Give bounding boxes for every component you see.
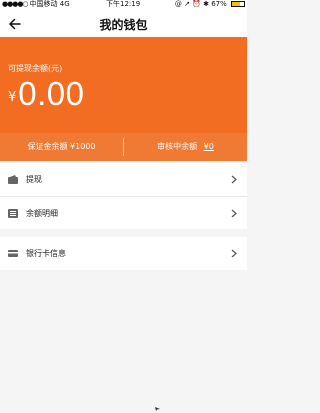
menu-label-withdraw: 提现 (26, 175, 42, 184)
wallet-icon (8, 175, 18, 184)
list-icon (8, 209, 18, 218)
carrier-name: 中国移动 (29, 0, 58, 8)
nav-bar: 我的钱包 (0, 9, 247, 37)
network-type: 4G (59, 0, 70, 8)
chevron-right-icon (231, 175, 237, 184)
signal-dots: ●●●●○ (2, 0, 29, 8)
battery-icon (231, 1, 245, 7)
status-right: @ ↗ ⏰ ✱ 67% (175, 0, 245, 9)
balance-label: 可提现余额(元) (8, 64, 63, 73)
cursor-icon (155, 407, 160, 411)
menu-item-withdraw[interactable]: 提现 (0, 163, 247, 196)
currency-symbol: ¥ (8, 90, 17, 105)
battery-percent: 67% (211, 0, 227, 8)
pending-label: 审核中余额 (157, 142, 198, 151)
balance-amount: ¥0.00 (8, 75, 85, 113)
deposit-value: ¥1000 (70, 142, 96, 151)
chevron-right-icon (231, 249, 237, 258)
status-bar: ●●●●○ 中国移动 4G 下午12:19 @ ↗ ⏰ ✱ 67% (0, 0, 247, 9)
status-left: ●●●●○ 中国移动 4G (2, 0, 70, 9)
page-title: 我的钱包 (99, 18, 148, 32)
menu-label-bank-card: 银行卡信息 (26, 249, 66, 258)
menu-item-balance-details[interactable]: 余额明细 (0, 196, 247, 229)
pending-value[interactable]: ¥0 (204, 142, 214, 151)
menu-label-balance-details: 余额明细 (26, 208, 58, 218)
card-icon (8, 250, 18, 257)
balance-value: 0.00 (18, 75, 85, 112)
deposit-label: 保证金余额 (27, 142, 68, 151)
menu-item-bank-card[interactable]: 银行卡信息 (0, 237, 247, 270)
deposit-balance: 保证金余额 ¥1000 (0, 133, 123, 161)
pending-balance[interactable]: 审核中余额 ¥0 (124, 133, 247, 161)
menu-group-wallet: 提现 余额明细 (0, 163, 247, 229)
deposit-row: 保证金余额 ¥1000 审核中余额 ¥0 (0, 133, 247, 161)
status-time: 下午12:19 (106, 0, 141, 8)
chevron-right-icon (231, 209, 237, 218)
balance-card: 可提现余额(元) ¥0.00 (0, 37, 247, 133)
menu-group-bank: 银行卡信息 (0, 237, 247, 270)
status-indicators: @ ↗ ⏰ ✱ (174, 0, 209, 8)
